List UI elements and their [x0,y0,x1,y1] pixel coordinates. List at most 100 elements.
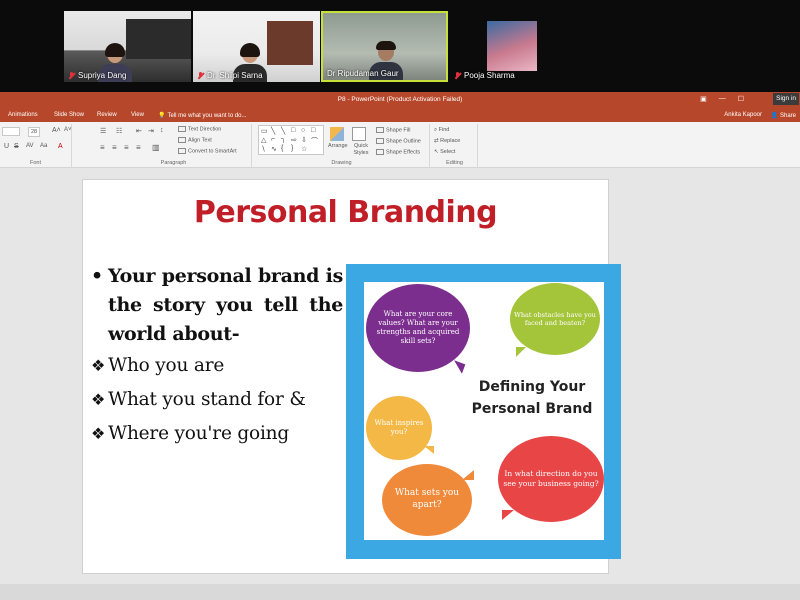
window-controls: ▣ — ☐ [700,95,744,103]
speech-bubble-core-values: What are your core values? What are your… [366,284,470,372]
personal-brand-infographic[interactable]: What are your core values? What are your… [346,264,621,559]
user-account-name[interactable]: Ankita Kapoor [724,112,762,118]
editing-group: ⌕ Find ⇄ Replace ↖ Select Editing [432,124,478,168]
line-spacing-icon[interactable]: ↕ [160,127,164,134]
sub-bullet: ❖ Where you're going [91,423,290,444]
change-case-icon[interactable]: Aa [40,143,47,149]
slide-body-text[interactable]: Your personal brand is the story you tel… [91,262,343,451]
window-title: P8 - PowerPoint (Product Activation Fail… [337,96,463,103]
infographic-title: Defining Your Personal Brand [460,376,604,420]
video-tile-pooja-sharma[interactable]: Pooja Sharma [450,11,579,82]
arrange-icon[interactable] [330,127,344,141]
infographic-title-line: Defining Your [478,379,586,395]
main-bullet: Your personal brand is the story you tel… [91,262,343,349]
infographic-panel: What are your core values? What are your… [364,282,604,540]
minimize-icon[interactable]: — [719,95,726,103]
wave-shape-icon[interactable]: ∿ [271,145,277,153]
drawing-group: ▭ ╲ ╲ □ ○ □ △ ⌐ ┐ ⇨ ⇩ ⌒ ∖ ∿ { } ☆ Arrang… [254,124,430,168]
numbering-icon[interactable]: ☷ [116,127,122,135]
connector-shape-icon[interactable]: ⌐ [271,136,275,143]
diamond-bullet-icon: ❖ [91,424,106,443]
brace-shape-icon[interactable]: { [281,145,283,152]
font-color-icon[interactable]: A [58,143,63,150]
video-tile-ripudaman-gaur[interactable]: Dr Ripudaman Gaur [321,11,448,82]
quick-styles-icon[interactable] [352,127,366,141]
speech-bubble-direction: In what direction do you see your busine… [498,436,604,522]
diamond-bullet-icon: ❖ [91,390,106,409]
arrange-button[interactable]: Arrange [328,143,348,149]
find-button[interactable]: ⌕ Find [434,127,449,134]
columns-icon[interactable]: ▥ [152,143,160,152]
justify-icon[interactable]: ≡ [136,143,141,152]
slide-title[interactable]: Personal Branding [83,195,608,230]
participant-name-label: Dr Ripudaman Gaur [327,69,399,78]
video-tile-shilpi-sarna[interactable]: Dr. Shilpi Sarna [193,11,320,82]
slide-canvas[interactable]: Personal Branding Your personal brand is… [82,179,621,574]
tell-me-search[interactable]: 💡 Tell me what you want to do... [158,112,247,120]
font-size-dropdown[interactable]: 28 [28,127,41,137]
star-shape-icon[interactable]: ☆ [301,145,307,153]
align-left-icon[interactable]: ≡ [100,143,105,152]
quick-styles-button[interactable]: Quick Styles [350,143,372,157]
connector-shape-icon[interactable]: ┐ [281,136,286,143]
maximize-icon[interactable]: ☐ [738,95,744,103]
increase-indent-icon[interactable]: ⇥ [148,127,154,135]
replace-button[interactable]: ⇄ Replace [434,138,460,144]
align-text-button[interactable]: Align Text [178,137,212,143]
shapes-gallery[interactable]: ▭ ╲ ╲ □ ○ □ △ ⌐ ┐ ⇨ ⇩ ⌒ ∖ ∿ { } ☆ [258,125,324,155]
curve-shape-icon[interactable]: ∖ [261,145,265,153]
chevron-shape-icon[interactable]: ⌒ [311,136,318,146]
shape-effects-button[interactable]: Shape Effects [376,149,420,155]
decrease-font-icon[interactable]: A˅ [64,127,72,133]
align-right-icon[interactable]: ≡ [124,143,129,152]
bullets-icon[interactable]: ☰ [100,127,106,135]
font-name-dropdown[interactable] [2,127,20,136]
video-participants-strip: Supriya Dang Dr. Shilpi Sarna Dr Ripudam… [0,0,800,92]
triangle-shape-icon[interactable]: △ [261,136,266,144]
tab-slide-show[interactable]: Slide Show [54,112,84,118]
text-direction-icon [178,126,186,132]
rectangle-shape-icon[interactable]: □ [311,127,315,134]
tab-view[interactable]: View [131,112,144,118]
underline-icon[interactable]: U [4,143,9,150]
rectangle-shape-icon[interactable]: □ [291,127,295,134]
participant-name-label: Pooja Sharma [454,71,515,80]
shape-fill-button[interactable]: Shape Fill [376,127,410,133]
video-tile-supriya-dang[interactable]: Supriya Dang [64,11,191,82]
paint-bucket-icon [376,127,384,133]
oval-shape-icon[interactable]: ○ [301,127,305,134]
align-center-icon[interactable]: ≡ [112,143,117,152]
tab-animations[interactable]: Animations [8,112,38,118]
character-spacing-icon[interactable]: AV [26,143,34,149]
arrow-right-shape-icon[interactable]: ⇨ [291,136,297,144]
ribbon-display-options-icon[interactable]: ▣ [700,95,707,103]
increase-font-icon[interactable]: A˄ [52,127,61,134]
sign-in-button[interactable]: Sign in [773,93,799,105]
select-button[interactable]: ↖ Select [434,149,455,155]
brace-shape-icon[interactable]: } [291,145,293,152]
shape-outline-button[interactable]: Shape Outline [376,138,421,144]
sub-bullet: ❖ What you stand for & [91,389,306,410]
video-background [267,21,313,65]
replace-icon: ⇄ [434,138,439,144]
decrease-indent-icon[interactable]: ⇤ [136,127,142,135]
window-title-bar: P8 - PowerPoint (Product Activation Fail… [0,92,800,108]
convert-smartart-button[interactable]: Convert to SmartArt [178,148,237,154]
arrow-down-shape-icon[interactable]: ⇩ [301,136,307,144]
rectangle-shape-icon[interactable]: ▭ [261,127,268,135]
mic-muted-icon [68,71,75,80]
speech-bubble-inspires: What inspires you? [366,396,434,460]
line-shape-icon[interactable]: ╲ [281,127,285,135]
drawing-group-label: Drawing [331,160,352,166]
line-shape-icon[interactable]: ╲ [271,127,275,135]
align-text-icon [178,137,186,143]
slide-workspace: Personal Branding Your personal brand is… [0,168,800,600]
share-button[interactable]: 👤 Share [771,112,797,120]
font-group: 28 A˄ A˅ U S AV Aa A Font [0,124,72,168]
participant-name-label: Dr. Shilpi Sarna [197,71,263,80]
effects-icon [376,149,384,155]
mic-muted-icon [454,71,461,80]
tab-review[interactable]: Review [97,112,117,118]
text-direction-button[interactable]: Text Direction [178,126,221,132]
strikethrough-icon[interactable]: S [14,143,19,150]
